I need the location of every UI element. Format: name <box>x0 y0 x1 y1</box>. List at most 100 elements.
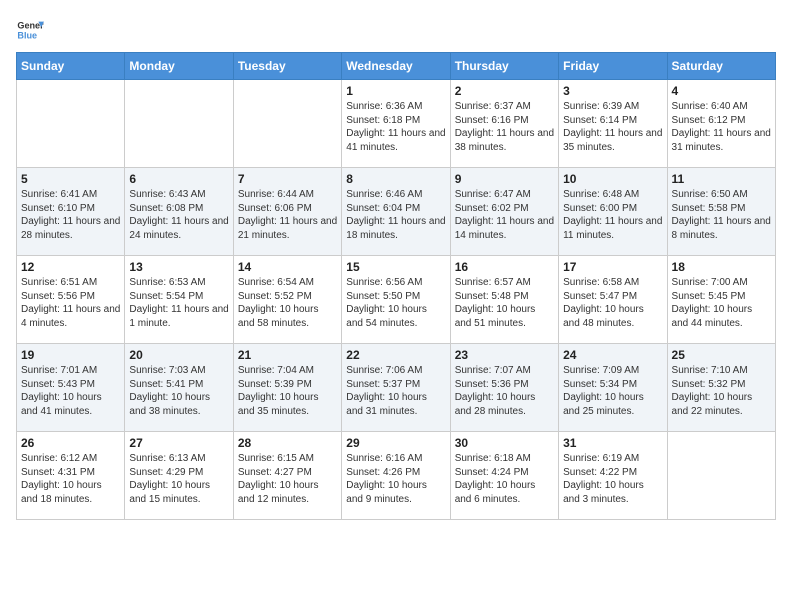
day-number: 24 <box>563 348 662 362</box>
calendar-week-row: 26 Sunrise: 6:12 AM Sunset: 4:31 PM Dayli… <box>17 432 776 520</box>
day-info: Sunrise: 6:36 AM Sunset: 6:18 PM Dayligh… <box>346 100 445 154</box>
day-header-sunday: Sunday <box>17 53 125 80</box>
calendar-cell: 16 Sunrise: 6:57 AM Sunset: 5:48 PM Dayli… <box>450 256 558 344</box>
day-number: 11 <box>672 172 771 186</box>
day-number: 25 <box>672 348 771 362</box>
calendar-cell: 6 Sunrise: 6:43 AM Sunset: 6:08 PM Daylig… <box>125 168 233 256</box>
calendar-week-row: 1 Sunrise: 6:36 AM Sunset: 6:18 PM Daylig… <box>17 80 776 168</box>
day-info: Sunrise: 7:03 AM Sunset: 5:41 PM Dayligh… <box>129 364 228 418</box>
day-info: Sunrise: 7:00 AM Sunset: 5:45 PM Dayligh… <box>672 276 771 330</box>
calendar-cell: 30Sunrise: 6:18 AM Sunset: 4:24 PM Dayli… <box>450 432 558 520</box>
day-info: Sunrise: 6:54 AM Sunset: 5:52 PM Dayligh… <box>238 276 337 330</box>
day-info: Sunrise: 6:43 AM Sunset: 6:08 PM Dayligh… <box>129 188 228 242</box>
calendar-cell: 14 Sunrise: 6:54 AM Sunset: 5:52 PM Dayli… <box>233 256 341 344</box>
day-info: Sunrise: 6:53 AM Sunset: 5:54 PM Dayligh… <box>129 276 228 330</box>
calendar-week-row: 5Sunrise: 6:41 AM Sunset: 6:10 PM Daylig… <box>17 168 776 256</box>
calendar-cell: 7 Sunrise: 6:44 AM Sunset: 6:06 PM Daylig… <box>233 168 341 256</box>
calendar-cell: 15 Sunrise: 6:56 AM Sunset: 5:50 PM Dayli… <box>342 256 450 344</box>
day-info: Sunrise: 7:01 AM Sunset: 5:43 PM Dayligh… <box>21 364 120 418</box>
day-header-monday: Monday <box>125 53 233 80</box>
day-info: Sunrise: 6:58 AM Sunset: 5:47 PM Dayligh… <box>563 276 662 330</box>
day-number: 18 <box>672 260 771 274</box>
day-number: 6 <box>129 172 228 186</box>
day-number: 23 <box>455 348 554 362</box>
day-number: 28 <box>238 436 337 450</box>
calendar-cell: 24 Sunrise: 7:09 AM Sunset: 5:34 PM Dayli… <box>559 344 667 432</box>
day-info: Sunrise: 7:07 AM Sunset: 5:36 PM Dayligh… <box>455 364 554 418</box>
day-header-tuesday: Tuesday <box>233 53 341 80</box>
calendar-cell: 25Sunrise: 7:10 AM Sunset: 5:32 PM Dayli… <box>667 344 775 432</box>
calendar-cell: 28 Sunrise: 6:15 AM Sunset: 4:27 PM Dayli… <box>233 432 341 520</box>
day-number: 5 <box>21 172 120 186</box>
calendar-cell: 13 Sunrise: 6:53 AM Sunset: 5:54 PM Dayli… <box>125 256 233 344</box>
calendar-cell: 11 Sunrise: 6:50 AM Sunset: 5:58 PM Dayli… <box>667 168 775 256</box>
day-info: Sunrise: 6:48 AM Sunset: 6:00 PM Dayligh… <box>563 188 662 242</box>
day-number: 7 <box>238 172 337 186</box>
calendar-cell: 3 Sunrise: 6:39 AM Sunset: 6:14 PM Daylig… <box>559 80 667 168</box>
calendar-cell: 8 Sunrise: 6:46 AM Sunset: 6:04 PM Daylig… <box>342 168 450 256</box>
day-number: 19 <box>21 348 120 362</box>
calendar-cell: 10 Sunrise: 6:48 AM Sunset: 6:00 PM Dayli… <box>559 168 667 256</box>
day-info: Sunrise: 6:56 AM Sunset: 5:50 PM Dayligh… <box>346 276 445 330</box>
day-number: 9 <box>455 172 554 186</box>
calendar-cell: 1 Sunrise: 6:36 AM Sunset: 6:18 PM Daylig… <box>342 80 450 168</box>
day-info: Sunrise: 6:19 AM Sunset: 4:22 PM Dayligh… <box>563 452 662 506</box>
calendar-cell: 26 Sunrise: 6:12 AM Sunset: 4:31 PM Dayli… <box>17 432 125 520</box>
calendar-cell: 2Sunrise: 6:37 AM Sunset: 6:16 PM Daylig… <box>450 80 558 168</box>
calendar-cell: 27 Sunrise: 6:13 AM Sunset: 4:29 PM Dayli… <box>125 432 233 520</box>
logo-icon: General Blue <box>16 16 44 44</box>
day-info: Sunrise: 7:04 AM Sunset: 5:39 PM Dayligh… <box>238 364 337 418</box>
day-info: Sunrise: 6:46 AM Sunset: 6:04 PM Dayligh… <box>346 188 445 242</box>
calendar-cell: 23 Sunrise: 7:07 AM Sunset: 5:36 PM Dayli… <box>450 344 558 432</box>
day-number: 15 <box>346 260 445 274</box>
svg-text:Blue: Blue <box>17 30 37 40</box>
day-info: Sunrise: 6:50 AM Sunset: 5:58 PM Dayligh… <box>672 188 771 242</box>
day-number: 13 <box>129 260 228 274</box>
calendar-cell: 17 Sunrise: 6:58 AM Sunset: 5:47 PM Dayli… <box>559 256 667 344</box>
calendar-cell: 21 Sunrise: 7:04 AM Sunset: 5:39 PM Dayli… <box>233 344 341 432</box>
logo: General Blue <box>16 16 44 44</box>
day-info: Sunrise: 6:13 AM Sunset: 4:29 PM Dayligh… <box>129 452 228 506</box>
day-number: 1 <box>346 84 445 98</box>
day-number: 17 <box>563 260 662 274</box>
day-info: Sunrise: 6:12 AM Sunset: 4:31 PM Dayligh… <box>21 452 120 506</box>
calendar-cell <box>667 432 775 520</box>
day-number: 14 <box>238 260 337 274</box>
day-number: 12 <box>21 260 120 274</box>
calendar-week-row: 19 Sunrise: 7:01 AM Sunset: 5:43 PM Dayli… <box>17 344 776 432</box>
calendar-cell: 19 Sunrise: 7:01 AM Sunset: 5:43 PM Dayli… <box>17 344 125 432</box>
calendar-cell <box>233 80 341 168</box>
day-number: 16 <box>455 260 554 274</box>
calendar-cell <box>125 80 233 168</box>
page-header: General Blue <box>16 16 776 44</box>
day-number: 27 <box>129 436 228 450</box>
calendar-cell: 22Sunrise: 7:06 AM Sunset: 5:37 PM Dayli… <box>342 344 450 432</box>
day-info: Sunrise: 6:47 AM Sunset: 6:02 PM Dayligh… <box>455 188 554 242</box>
day-header-friday: Friday <box>559 53 667 80</box>
calendar-cell: 12Sunrise: 6:51 AM Sunset: 5:56 PM Dayli… <box>17 256 125 344</box>
calendar-table: SundayMondayTuesdayWednesdayThursdayFrid… <box>16 52 776 520</box>
calendar-cell: 18 Sunrise: 7:00 AM Sunset: 5:45 PM Dayli… <box>667 256 775 344</box>
day-number: 10 <box>563 172 662 186</box>
day-header-thursday: Thursday <box>450 53 558 80</box>
day-number: 29 <box>346 436 445 450</box>
day-number: 3 <box>563 84 662 98</box>
day-number: 8 <box>346 172 445 186</box>
day-number: 20 <box>129 348 228 362</box>
calendar-cell: 9 Sunrise: 6:47 AM Sunset: 6:02 PM Daylig… <box>450 168 558 256</box>
day-number: 30 <box>455 436 554 450</box>
calendar-cell: 29 Sunrise: 6:16 AM Sunset: 4:26 PM Dayli… <box>342 432 450 520</box>
day-info: Sunrise: 6:16 AM Sunset: 4:26 PM Dayligh… <box>346 452 445 506</box>
day-info: Sunrise: 6:57 AM Sunset: 5:48 PM Dayligh… <box>455 276 554 330</box>
day-info: Sunrise: 6:40 AM Sunset: 6:12 PM Dayligh… <box>672 100 771 154</box>
day-number: 31 <box>563 436 662 450</box>
day-number: 26 <box>21 436 120 450</box>
day-info: Sunrise: 6:15 AM Sunset: 4:27 PM Dayligh… <box>238 452 337 506</box>
calendar-cell: 5Sunrise: 6:41 AM Sunset: 6:10 PM Daylig… <box>17 168 125 256</box>
day-info: Sunrise: 7:09 AM Sunset: 5:34 PM Dayligh… <box>563 364 662 418</box>
day-info: Sunrise: 6:39 AM Sunset: 6:14 PM Dayligh… <box>563 100 662 154</box>
calendar-week-row: 12Sunrise: 6:51 AM Sunset: 5:56 PM Dayli… <box>17 256 776 344</box>
day-number: 21 <box>238 348 337 362</box>
day-info: Sunrise: 6:44 AM Sunset: 6:06 PM Dayligh… <box>238 188 337 242</box>
day-header-saturday: Saturday <box>667 53 775 80</box>
